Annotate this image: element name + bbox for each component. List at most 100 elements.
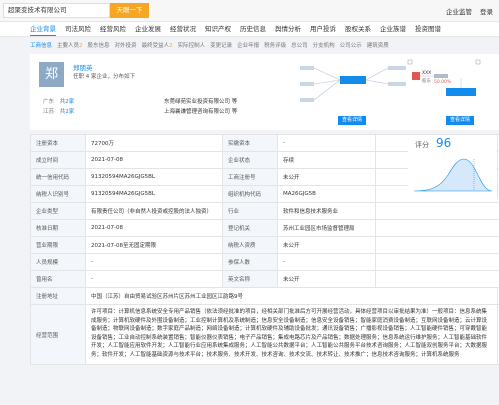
table-label: 企业类型: [31, 203, 86, 219]
table-value: 软件和信息技术服务业: [278, 203, 376, 219]
sub-tab-label: 建筑资质: [366, 43, 389, 49]
sub-nav: 工商信息 主要人员2 股东信息 对外投资 最终受益人2 实际控制人 变更记录 企业年报 税务评级…: [30, 40, 499, 52]
table-label: 纳税人资质: [223, 237, 278, 253]
nav-tab[interactable]: 历史信息: [240, 22, 266, 36]
table-label: 实缴资本: [223, 135, 278, 151]
sub-tab[interactable]: 对外投资: [115, 40, 137, 52]
nav-tab[interactable]: 投资图谱: [415, 22, 441, 36]
view-shareholder-button[interactable]: 查看详情: [446, 116, 475, 125]
nav-tab[interactable]: 司法风险: [65, 22, 91, 36]
table-row: 人员规模 - 参保人数 -: [31, 254, 499, 271]
table-label: 工商注册号: [223, 169, 278, 185]
person-role-text: 任职 4 家企业，分布如下: [73, 74, 135, 80]
table-value: 72700万: [86, 135, 223, 151]
sub-tab[interactable]: 实际控制人: [178, 40, 206, 52]
table-label: 曾用名: [31, 271, 86, 287]
sub-tab-label: 主要人员: [57, 43, 80, 49]
sub-tab-count: 2: [79, 43, 83, 49]
sub-tab[interactable]: 股东信息: [88, 40, 110, 52]
shareholder-tag: 股东: [422, 79, 431, 84]
sub-tab-label: 实际控制人: [177, 43, 206, 49]
related-company[interactable]: 东莞绿苑实业投资有限公司 等: [164, 97, 237, 105]
sub-tab[interactable]: 建筑资质: [367, 40, 389, 52]
sub-tab[interactable]: 主要人员2: [57, 40, 83, 52]
top-links: 企业监管 登录: [446, 6, 493, 16]
graph-node: [388, 66, 406, 70]
sub-tab[interactable]: 总公司: [291, 40, 308, 52]
sub-tab-count: 2: [169, 43, 173, 49]
nav-tab[interactable]: 股权关系: [345, 22, 371, 36]
table-label: 成立时间: [31, 152, 86, 168]
shareholder-name: XXX: [422, 71, 432, 76]
sub-tab-label: 企业年报: [237, 43, 260, 49]
table-label: 人员规模: [31, 254, 86, 270]
table-value: 未公开: [278, 237, 376, 253]
person-name-link[interactable]: 郑朋英: [73, 62, 93, 72]
graph-center-node: [340, 76, 366, 84]
business-scope: 许可项目：计算机信息系统安全专用产品销售（依法须经批准的项目，经相关部门批准后方…: [86, 305, 498, 364]
region-count[interactable]: 共2家: [60, 109, 75, 115]
nav-tab[interactable]: 企业背景: [30, 22, 56, 36]
nav-tab[interactable]: 经营状况: [170, 22, 196, 36]
table-label: 营业期限: [31, 237, 86, 253]
sub-tab-label: 对外投资: [114, 43, 137, 49]
main-nav: 企业背景 司法风险 经营风险 企业发展 经营状况 知识产权 历史信息 舆情分析 用户投诉 股权关系…: [0, 22, 499, 37]
sub-tab-label: 分支机构: [312, 43, 335, 49]
table-label: 企业状态: [223, 152, 278, 168]
sub-tab-label: 最终受益人: [141, 43, 170, 49]
table-row: 经营范围 许可项目：计算机信息系统安全专用产品销售（依法须经批准的项目，经相关部门…: [31, 305, 499, 365]
relation-graph: [292, 58, 417, 116]
table-label: 行业: [223, 203, 278, 219]
table-value: 未公开: [278, 169, 376, 185]
sub-tab[interactable]: 公司公示: [340, 40, 362, 52]
sub-tab[interactable]: 变更记录: [210, 40, 232, 52]
sub-tab[interactable]: 最终受益人2: [142, 40, 173, 52]
score-distribution-chart: [413, 158, 493, 192]
region-name: 江苏: [43, 109, 55, 115]
table-value: -: [86, 271, 223, 287]
region-name: 广东: [43, 99, 55, 105]
sub-tab[interactable]: 分支机构: [313, 40, 335, 52]
table-row: 核准日期 2021-07-08 登记机关 苏州工业园区市场监督管理局: [31, 220, 499, 237]
nav-tab[interactable]: 用户投诉: [310, 22, 336, 36]
related-company[interactable]: 上海襄谦管理咨询有限公司 等: [164, 107, 237, 115]
table-label: 注册资本: [31, 135, 86, 151]
table-label: 经营范围: [31, 305, 86, 364]
table-row: 曾用名 - 英文名称 未公开: [31, 271, 499, 288]
nav-tab[interactable]: 知识产权: [205, 22, 231, 36]
link-supervision[interactable]: 企业监管: [446, 6, 472, 16]
nav-tab[interactable]: 企业族谱: [380, 22, 406, 36]
link-login[interactable]: 登录: [480, 6, 493, 16]
person-card: 郑 郑朋英 任职 4 家企业，分布如下 广东 共2家 江苏 共2家 东莞绿苑实业…: [30, 54, 499, 130]
sub-tab-label: 变更记录: [210, 43, 233, 49]
shareholder-node: [412, 72, 420, 80]
table-value: 存续: [278, 152, 376, 168]
region-count[interactable]: 共2家: [60, 99, 75, 105]
table-label: 登记机关: [223, 220, 278, 236]
table-label: 参保人数: [223, 254, 278, 270]
table-value: 2021-07-08: [86, 220, 223, 236]
view-graph-button[interactable]: 查看详情: [338, 116, 367, 125]
sub-tab[interactable]: 工商信息: [30, 40, 52, 52]
table-value: 91320594MA26GJG5BL: [86, 169, 223, 185]
nav-tab[interactable]: 舆情分析: [275, 22, 301, 36]
sub-tab[interactable]: 企业年报: [237, 40, 259, 52]
table-value: 有限责任公司（非自然人投资或控股的法人独资）: [86, 203, 223, 219]
table-row: 企业类型 有限责任公司（非自然人投资或控股的法人独资） 行业 软件和信息技术服务业: [31, 203, 499, 220]
top-bar: 超聚变技术有限公司 天眼一下 企业监管 登录: [0, 0, 499, 22]
person-logo: 郑: [39, 62, 64, 87]
table-value: 91320594MA26GJG5BL: [86, 186, 223, 202]
table-value: 未公开: [278, 271, 376, 287]
shareholder-percent: 50.00%: [434, 80, 452, 85]
table-value: 苏州工业园区市场监督管理局: [278, 220, 376, 236]
search-input[interactable]: 超聚变技术有限公司: [3, 3, 110, 18]
region-row: 江苏 共2家: [43, 107, 74, 115]
graph-node: [300, 82, 314, 86]
search-button[interactable]: 天眼一下: [110, 3, 149, 18]
nav-tab[interactable]: 企业发展: [135, 22, 161, 36]
table-label: 纳税人识别号: [31, 186, 86, 202]
sub-tab[interactable]: 税务评级: [264, 40, 286, 52]
table-value: 2021-07-08至无固定期限: [86, 237, 223, 253]
table-value: 2021-07-08: [86, 152, 223, 168]
nav-tab[interactable]: 经营风险: [100, 22, 126, 36]
